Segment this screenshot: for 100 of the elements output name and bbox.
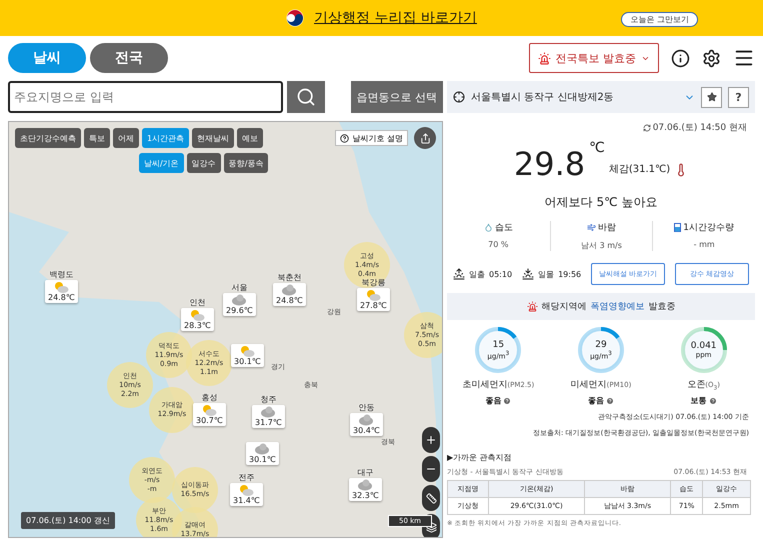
air-status: 좋음: [588, 395, 604, 406]
air-value: 0.041: [690, 341, 717, 351]
sun-cloud-icon: [201, 404, 218, 416]
dismiss-button[interactable]: 오늘은 그만보기: [621, 12, 698, 27]
sunrise-icon: [453, 268, 465, 280]
search-button[interactable]: [287, 81, 325, 113]
gauge-icon: [674, 223, 682, 232]
plus-icon: [425, 434, 437, 446]
siren-icon: [526, 301, 538, 312]
cloud-icon: [254, 443, 270, 455]
region-select-button[interactable]: 읍면동으로 선택: [350, 81, 443, 113]
weather-card[interactable]: 31.4℃: [230, 483, 263, 506]
stat-value: 70 %: [488, 240, 508, 249]
weather-card[interactable]: 30.4℃: [350, 413, 383, 436]
search-field[interactable]: 주요지명으로 입력: [8, 81, 283, 113]
view-tab[interactable]: 전국: [90, 43, 168, 73]
stat-label: 1시간강수량: [674, 221, 734, 234]
station-name: 전주: [238, 472, 254, 483]
air-value: 15: [492, 340, 504, 350]
help-button[interactable]: ?: [728, 86, 749, 108]
station-name: 서울: [231, 282, 248, 293]
sunset-label: 일몰: [538, 268, 554, 280]
taegeuk-logo-icon: [286, 9, 304, 27]
update-time: 07.06.(토) 14:00 갱신: [21, 512, 115, 529]
droplet-icon: [484, 223, 493, 232]
help-icon[interactable]: [708, 396, 717, 405]
map-tab[interactable]: 특보: [84, 128, 110, 148]
cloud-icon: [260, 406, 276, 418]
help-icon: [340, 134, 350, 142]
feels-like: 체감(31.1℃): [608, 163, 670, 176]
time-text: 07.06.(토) 14:50 현재: [652, 122, 747, 134]
station-name: 북춘천: [277, 272, 302, 283]
cloud-icon: [357, 479, 374, 491]
stat-label: 바람: [586, 221, 616, 234]
warning-text: 해당지역에: [542, 301, 586, 313]
location-bar[interactable]: 서울특별시 동작구 신대방제2동 ?: [447, 81, 755, 113]
map-subtab[interactable]: 풍향/풍속: [224, 153, 268, 173]
sun-cloud-icon: [53, 281, 70, 293]
weather-card[interactable]: 28.3℃: [181, 308, 214, 331]
share-icon: [420, 132, 430, 144]
station-name: 홍성: [201, 392, 218, 403]
station-name: 안동: [358, 402, 374, 413]
map-tab[interactable]: 어제: [113, 128, 139, 148]
temperature: 29.8: [514, 146, 586, 182]
warning-link[interactable]: 폭염영향예보: [590, 300, 644, 313]
cloud-icon: [358, 414, 374, 426]
warning-text: 발효중: [648, 301, 676, 313]
sunset-icon: [522, 268, 534, 280]
ruler-button[interactable]: [422, 485, 440, 511]
weather-card[interactable]: 24.8℃: [273, 283, 306, 306]
map-tab[interactable]: 현재날씨: [192, 128, 234, 148]
sun-cloud-icon: [189, 309, 206, 321]
station-name: 대구: [357, 467, 374, 478]
search-icon: [296, 87, 316, 107]
sun-cloud-icon: [365, 289, 382, 301]
map-tab[interactable]: 예보: [237, 128, 264, 148]
sunrise-label: 일출: [469, 268, 485, 280]
cloud-icon: [231, 294, 248, 306]
weather-card[interactable]: 31.7℃: [252, 405, 285, 428]
siren-icon: [538, 52, 550, 64]
weather-card[interactable]: 32.3℃: [349, 478, 382, 501]
alert-dropdown[interactable]: 전국특보 발효중: [528, 43, 659, 73]
map-subtab[interactable]: 일강수: [186, 153, 221, 173]
stat-value: - mm: [694, 240, 715, 249]
temperature-unit: ℃: [589, 140, 605, 156]
station-name: 청주: [260, 394, 276, 405]
weather-card[interactable]: 30.1℃: [246, 442, 279, 465]
legend-button[interactable]: 날씨기호 설명: [335, 130, 408, 146]
stat-value: 남서 3 m/s: [581, 240, 622, 251]
info-icon[interactable]: [671, 48, 690, 68]
star-icon: [706, 92, 716, 102]
sun-cloud-icon: [238, 484, 254, 496]
weather-card[interactable]: 30.7℃: [193, 403, 226, 426]
air-status: 좋음: [485, 395, 502, 406]
help-icon[interactable]: [503, 396, 512, 404]
refresh-icon[interactable]: [642, 124, 651, 132]
cloud-icon: [281, 284, 298, 296]
weather-card[interactable]: 30.1℃: [231, 344, 264, 367]
weather-card[interactable]: 24.8℃: [45, 280, 78, 303]
settings-icon[interactable]: [702, 48, 721, 68]
section-title: ▶가까운 관측지점: [447, 452, 513, 464]
sunset-time: 19:56: [558, 270, 582, 278]
zoom-out-button[interactable]: [422, 456, 440, 482]
zoom-in-button[interactable]: [422, 427, 440, 453]
favorite-button[interactable]: [701, 86, 722, 108]
sun-cloud-icon: [239, 345, 256, 357]
station-name: 북강릉: [361, 277, 386, 288]
banner-link[interactable]: 기상행정 누리집 바로가기: [314, 9, 477, 27]
crosshair-icon: [453, 91, 465, 103]
ruler-icon: [426, 492, 436, 504]
station-name: 인천: [189, 297, 206, 308]
map-tab[interactable]: 초단기강수예측: [15, 128, 81, 148]
weather-card[interactable]: 29.6℃: [223, 293, 256, 316]
comparison-text: 어제보다 5℃ 높아요: [544, 194, 658, 211]
air-value: 29: [595, 340, 607, 350]
stat-label: 습도: [484, 221, 513, 234]
help-icon[interactable]: [606, 396, 614, 404]
sunrise-time: 05:10: [489, 270, 512, 278]
weather-card[interactable]: 27.8℃: [357, 288, 390, 311]
share-button[interactable]: [414, 127, 436, 149]
